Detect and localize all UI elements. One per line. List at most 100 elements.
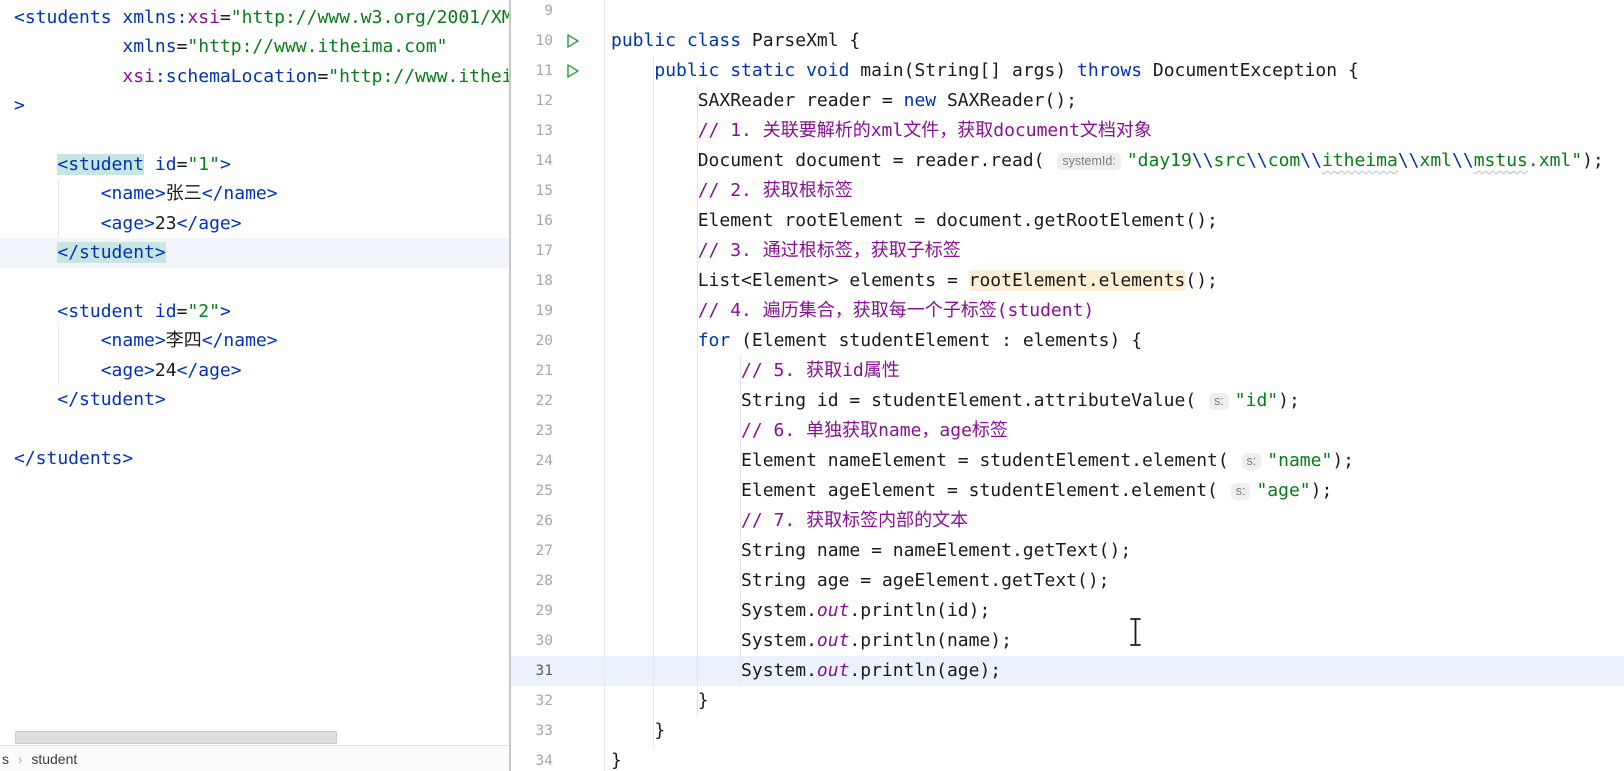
xml-line-11[interactable]: <student id="2"> [0,297,509,326]
java-line-31[interactable]: 31 System.out.println(age); [511,656,1624,686]
line-number[interactable]: 27 [511,536,553,566]
gutter-cell [553,266,605,296]
xml-line-12[interactable]: <name>李四</name> [0,326,509,355]
inlay-hint: s: [1231,483,1251,500]
java-editor-pane[interactable]: 910public class ParseXml {11 public stat… [511,0,1624,771]
line-number[interactable]: 17 [511,236,553,266]
code-text: Element rootElement = document.getRootEl… [605,206,1218,236]
xml-line-2[interactable]: xmlns="http://www.itheima.com" [0,32,509,61]
java-line-16[interactable]: 16 Element rootElement = document.getRoo… [511,206,1624,236]
xml-line-16[interactable]: </students> [0,444,509,473]
gutter-cell [553,416,605,446]
java-line-21[interactable]: 21 // 5. 获取id属性 [511,356,1624,386]
line-number[interactable]: 33 [511,716,553,746]
line-number[interactable]: 24 [511,446,553,476]
line-number[interactable]: 13 [511,116,553,146]
java-line-34[interactable]: 34} [511,746,1624,771]
line-number[interactable]: 30 [511,626,553,656]
xml-line-1[interactable]: <students xmlns:xsi="http://www.w3.org/2… [0,3,509,32]
gutter-cell [553,476,605,506]
java-line-18[interactable]: 18 List<Element> elements = rootElement.… [511,266,1624,296]
line-number[interactable]: 31 [511,656,553,686]
java-line-17[interactable]: 17 // 3. 通过根标签，获取子标签 [511,236,1624,266]
line-number[interactable]: 29 [511,596,553,626]
gutter-cell [553,0,605,26]
code-text: } [605,746,622,771]
breadcrumb: s › student [0,745,509,771]
line-number[interactable]: 28 [511,566,553,596]
line-number[interactable]: 15 [511,176,553,206]
gutter-cell [553,626,605,656]
gutter-cell [553,566,605,596]
java-line-24[interactable]: 24 Element nameElement = studentElement.… [511,446,1624,476]
xml-line-4[interactable]: > [0,91,509,120]
java-line-23[interactable]: 23 // 6. 单独获取name，age标签 [511,416,1624,446]
xml-line-14[interactable]: </student> [0,385,509,414]
line-number[interactable]: 9 [511,0,553,26]
java-line-25[interactable]: 25 Element ageElement = studentElement.e… [511,476,1624,506]
line-number[interactable]: 20 [511,326,553,356]
java-line-29[interactable]: 29 System.out.println(id); [511,596,1624,626]
java-line-33[interactable]: 33 } [511,716,1624,746]
run-icon[interactable] [553,26,605,56]
java-line-28[interactable]: 28 String age = ageElement.getText(); [511,566,1624,596]
line-number[interactable]: 21 [511,356,553,386]
line-number[interactable]: 14 [511,146,553,176]
java-line-11[interactable]: 11 public static void main(String[] args… [511,56,1624,86]
java-line-32[interactable]: 32 } [511,686,1624,716]
java-line-26[interactable]: 26 // 7. 获取标签内部的文本 [511,506,1624,536]
gutter-cell [553,746,605,771]
java-line-27[interactable]: 27 String name = nameElement.getText(); [511,536,1624,566]
line-number[interactable]: 19 [511,296,553,326]
xml-line-8[interactable]: <age>23</age> [0,209,509,238]
xml-line-10[interactable] [0,268,509,297]
java-code-lines: 910public class ParseXml {11 public stat… [511,0,1624,771]
gutter-cell [553,86,605,116]
java-line-19[interactable]: 19 // 4. 遍历集合，获取每一个子标签(student) [511,296,1624,326]
gutter-cell [553,656,605,686]
java-line-22[interactable]: 22 String id = studentElement.attributeV… [511,386,1624,416]
java-line-15[interactable]: 15 // 2. 获取根标签 [511,176,1624,206]
line-number[interactable]: 11 [511,56,553,86]
java-line-14[interactable]: 14 Document document = reader.read( syst… [511,146,1624,176]
gutter-cell [553,536,605,566]
code-text: System.out.println(id); [605,596,990,626]
gutter-cell [553,296,605,326]
run-icon[interactable] [553,56,605,86]
xml-line-3[interactable]: xsi:schemaLocation="http://www.ithei [0,62,509,91]
breadcrumb-item-student[interactable]: student [31,751,77,767]
line-number[interactable]: 34 [511,746,553,771]
java-line-30[interactable]: 30 System.out.println(name); [511,626,1624,656]
code-text: Element nameElement = studentElement.ele… [605,446,1354,476]
xml-line-5[interactable] [0,121,509,150]
xml-line-9[interactable]: </student> [0,238,509,267]
code-text: System.out.println(age); [605,656,1001,686]
line-number[interactable]: 22 [511,386,553,416]
line-number[interactable]: 12 [511,86,553,116]
code-text: // 5. 获取id属性 [605,356,900,386]
gutter-cell [553,686,605,716]
line-number[interactable]: 32 [511,686,553,716]
gutter-cell [553,356,605,386]
java-line-20[interactable]: 20 for (Element studentElement : element… [511,326,1624,356]
line-number[interactable]: 23 [511,416,553,446]
breadcrumb-item-students-clipped[interactable]: s [2,751,9,767]
xml-line-7[interactable]: <name>张三</name> [0,179,509,208]
code-text: String name = nameElement.getText(); [605,536,1131,566]
java-line-10[interactable]: 10public class ParseXml { [511,26,1624,56]
xml-line-13[interactable]: <age>24</age> [0,356,509,385]
line-number[interactable]: 16 [511,206,553,236]
java-line-9[interactable]: 9 [511,0,1624,26]
java-line-12[interactable]: 12 SAXReader reader = new SAXReader(); [511,86,1624,116]
line-number[interactable]: 25 [511,476,553,506]
line-number[interactable]: 18 [511,266,553,296]
gutter-cell [553,506,605,536]
xml-line-15[interactable] [0,414,509,443]
horizontal-scrollbar-thumb[interactable] [15,731,337,744]
inlay-hint: systemId: [1057,153,1121,170]
line-number[interactable]: 26 [511,506,553,536]
xml-editor-pane[interactable]: <students xmlns:xsi="http://www.w3.org/2… [0,0,511,771]
line-number[interactable]: 10 [511,26,553,56]
xml-line-6[interactable]: <student id="1"> [0,150,509,179]
java-line-13[interactable]: 13 // 1. 关联要解析的xml文件，获取document文档对象 [511,116,1624,146]
